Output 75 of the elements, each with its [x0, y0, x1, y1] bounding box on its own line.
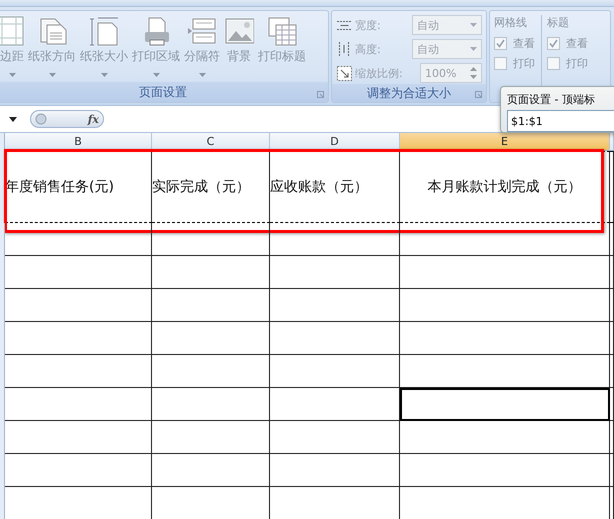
- table-cell[interactable]: [270, 256, 400, 289]
- option-title: 标题: [547, 15, 570, 31]
- table-cell[interactable]: [400, 355, 610, 388]
- table-cell[interactable]: [5, 454, 152, 487]
- checkbox-label: 打印: [566, 56, 588, 70]
- group-title: 调整为合适大小: [367, 84, 451, 102]
- height-icon: [339, 42, 349, 56]
- range-input[interactable]: $1:$1: [507, 110, 614, 132]
- table-cell[interactable]: [152, 454, 270, 487]
- table-cell[interactable]: [270, 289, 400, 322]
- table-cell[interactable]: [270, 421, 400, 454]
- table-cell[interactable]: [152, 289, 270, 322]
- group-title: 页面设置: [139, 84, 187, 100]
- splitter-handle-icon: [35, 113, 47, 125]
- checkbox[interactable]: [547, 36, 560, 50]
- dialog-launcher-icon: [475, 91, 482, 98]
- field-label: 缩放比例:: [355, 66, 404, 80]
- table-cell[interactable]: [270, 388, 400, 421]
- field-label: 高度:: [355, 42, 382, 56]
- ribbon-button[interactable]: 背景: [227, 48, 251, 65]
- table-cell[interactable]: [152, 256, 270, 289]
- checkbox[interactable]: [494, 36, 507, 50]
- table-cell[interactable]: [400, 256, 610, 289]
- table-cell[interactable]: [152, 388, 270, 421]
- table-cell[interactable]: [5, 256, 152, 289]
- option-title: 网格线: [494, 15, 528, 31]
- ribbon-button[interactable]: 纸张大小: [80, 48, 128, 65]
- margins-icon: [0, 16, 24, 46]
- table-cell[interactable]: [5, 421, 152, 454]
- table-cell[interactable]: [400, 454, 610, 487]
- table-cell: 实际完成（元）: [152, 151, 270, 223]
- spinner-arrows-icon: [470, 66, 477, 80]
- table-cell[interactable]: [152, 223, 270, 256]
- field-label: 宽度:: [355, 18, 382, 32]
- page-size-icon: [89, 16, 119, 46]
- ribbon-button[interactable]: 边距: [0, 48, 24, 65]
- table-cell[interactable]: [270, 355, 400, 388]
- table-cell[interactable]: [400, 388, 610, 421]
- table-icon: [267, 16, 297, 46]
- checkbox-label: 查看: [513, 36, 535, 50]
- ribbon-button[interactable]: 纸张方向: [28, 48, 76, 65]
- ribbon-button[interactable]: 打印标题: [258, 48, 306, 65]
- checkbox[interactable]: [494, 56, 507, 70]
- table-cell[interactable]: [400, 421, 610, 454]
- page-break-icon: [187, 16, 217, 46]
- table-cell[interactable]: [5, 289, 152, 322]
- table-cell[interactable]: [5, 355, 152, 388]
- dropdown-arrow-icon: [470, 23, 477, 27]
- table-cell[interactable]: [400, 322, 610, 355]
- dialog-launcher-icon: [317, 91, 324, 98]
- ribbon-button[interactable]: 打印区域: [132, 48, 180, 65]
- dropdown-arrow-icon: [9, 116, 17, 122]
- checkbox-label: 打印: [513, 56, 535, 70]
- table-cell: 本月账款计划完成（元）: [400, 151, 610, 223]
- dialog-title: 页面设置 - 顶端标: [507, 92, 596, 108]
- table-cell[interactable]: [270, 322, 400, 355]
- table-cell[interactable]: [152, 355, 270, 388]
- table-cell: 应收账款（元）: [270, 151, 400, 223]
- table-cell[interactable]: [5, 223, 152, 256]
- image-icon: [224, 16, 254, 46]
- table-cell[interactable]: [152, 322, 270, 355]
- table-cell[interactable]: [152, 421, 270, 454]
- checkbox-label: 查看: [566, 36, 588, 50]
- scale-icon: [336, 66, 352, 80]
- table-cell[interactable]: [400, 289, 610, 322]
- table-cell[interactable]: [270, 454, 400, 487]
- dropdown-arrow-icon: [470, 47, 477, 51]
- insert-function-button[interactable]: fx: [88, 112, 99, 126]
- table-cell[interactable]: [270, 223, 400, 256]
- checkbox[interactable]: [547, 56, 560, 70]
- width-icon: [336, 20, 352, 30]
- table-cell[interactable]: [5, 388, 152, 421]
- table-cell[interactable]: [400, 223, 610, 256]
- table-cell[interactable]: [5, 322, 152, 355]
- ribbon-button[interactable]: 分隔符: [184, 48, 220, 65]
